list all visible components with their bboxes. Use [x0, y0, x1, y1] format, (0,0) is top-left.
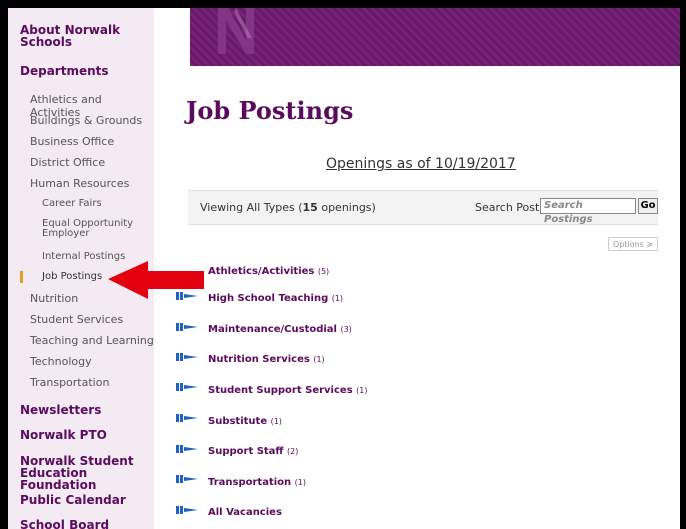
category-count: (1): [313, 355, 325, 364]
flag-icon: [176, 475, 198, 483]
category-link[interactable]: All Vacancies: [208, 507, 282, 518]
sidebar-about-link[interactable]: About Norwalk Schools: [20, 24, 140, 48]
category-link[interactable]: Nutrition Services (1): [208, 354, 325, 365]
filter-suffix: openings): [317, 201, 376, 214]
page-title: Job Postings: [186, 96, 354, 125]
sidebar-newsletters-link[interactable]: Newsletters: [20, 404, 101, 416]
sidebar-item-nutrition[interactable]: Nutrition: [30, 292, 78, 305]
options-button[interactable]: Options ≽: [608, 237, 658, 251]
category-count: (2): [287, 447, 299, 456]
flag-icon: [176, 383, 198, 391]
category-link[interactable]: High School Teaching (1): [208, 293, 343, 304]
sidebar-item-transportation[interactable]: Transportation: [30, 376, 109, 389]
sidebar-subitem-job-postings[interactable]: Job Postings: [42, 272, 102, 282]
category-count: (1): [331, 294, 344, 303]
sidebar-item-buildings[interactable]: Buildings & Grounds: [30, 114, 142, 127]
header-banner: [190, 8, 680, 66]
active-item-marker: [20, 271, 23, 283]
go-button[interactable]: Go: [638, 198, 658, 214]
category-count: (1): [270, 417, 282, 426]
sidebar-item-teaching-learning[interactable]: Teaching and Learning: [30, 334, 154, 347]
filter-prefix: Viewing All Types (: [200, 201, 303, 214]
filter-bar: Viewing All Types (15 openings) Search P…: [188, 190, 658, 225]
category-name: Maintenance/Custodial: [208, 324, 337, 335]
category-count: (3): [340, 325, 352, 334]
category-count: (1): [294, 478, 306, 487]
category-count: (1): [356, 386, 368, 395]
openings-count: 15: [302, 201, 318, 214]
sidebar-subitem-equal-opportunity[interactable]: Equal Opportunity Employer: [42, 219, 142, 239]
sidebar-item-business-office[interactable]: Business Office: [30, 135, 114, 148]
flag-icon: [176, 414, 198, 422]
viewing-types-text: Viewing All Types (15 openings): [200, 201, 376, 214]
category-name: High School Teaching: [208, 293, 329, 304]
flag-icon: [176, 506, 198, 514]
category-name: All Vacancies: [208, 507, 282, 518]
sidebar-subitem-career-fairs[interactable]: Career Fairs: [42, 199, 102, 209]
category-name: Athletics/Activities: [208, 266, 315, 277]
category-name: Support Staff: [208, 446, 284, 457]
category-link[interactable]: Transportation (1): [208, 477, 306, 488]
sidebar-school-board-link[interactable]: School Board: [20, 519, 109, 529]
category-link[interactable]: Substitute (1): [208, 416, 282, 427]
district-logo: [218, 8, 254, 54]
category-link[interactable]: Athletics/Activities (5): [208, 266, 329, 277]
page-frame: About Norwalk Schools Departments Athlet…: [8, 8, 680, 529]
sidebar-item-technology[interactable]: Technology: [30, 355, 92, 368]
category-name: Student Support Services: [208, 385, 353, 396]
category-count: (5): [317, 267, 330, 276]
flag-icon: [176, 445, 198, 453]
sidebar-departments-link[interactable]: Departments: [20, 65, 109, 77]
category-name: Substitute: [208, 416, 268, 427]
flag-icon: [176, 323, 198, 331]
category-link[interactable]: Support Staff (2): [208, 446, 298, 457]
sidebar-item-student-services[interactable]: Student Services: [30, 313, 123, 326]
search-input[interactable]: Search Postings: [540, 198, 636, 225]
sidebar-item-district-office[interactable]: District Office: [30, 156, 105, 169]
sidebar-foundation-link[interactable]: Norwalk Student Education Foundation: [20, 455, 155, 491]
sidebar-pto-link[interactable]: Norwalk PTO: [20, 429, 107, 441]
category-name: Nutrition Services: [208, 354, 310, 365]
sidebar-calendar-link[interactable]: Public Calendar: [20, 494, 126, 506]
flag-icon: [176, 353, 198, 361]
openings-date-link[interactable]: Openings as of 10/19/2017: [326, 156, 516, 172]
sidebar-item-human-resources[interactable]: Human Resources: [30, 177, 129, 190]
category-link[interactable]: Maintenance/Custodial (3): [208, 324, 352, 335]
category-name: Transportation: [208, 477, 292, 488]
category-link[interactable]: Student Support Services (1): [208, 385, 367, 396]
red-arrow-annotation: [108, 261, 204, 299]
